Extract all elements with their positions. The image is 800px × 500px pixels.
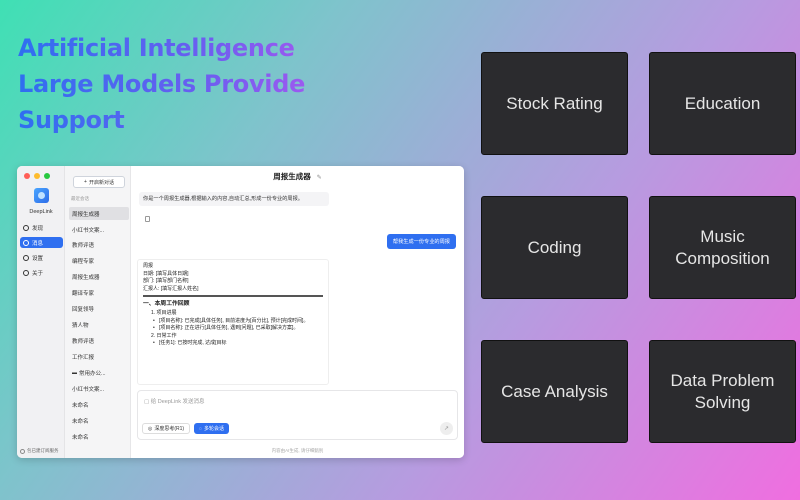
disclaimer: 内容由AI生成, 请仔细甄别 xyxy=(271,448,324,453)
zoom-window-button[interactable] xyxy=(44,173,50,179)
doc-item: 2. 日常工作 xyxy=(151,332,177,339)
send-icon: ↗ xyxy=(443,426,450,432)
new-chat-button[interactable]: + 开启新对话 xyxy=(73,176,125,188)
conversation-item[interactable]: 小红书文案... xyxy=(69,382,129,395)
tile-data-problem-solving[interactable]: Data Problem Solving xyxy=(649,340,796,443)
conversation-item[interactable]: 猜人物 xyxy=(69,318,129,331)
doc-heading: 周报 xyxy=(143,263,154,269)
headline-line-3: Support xyxy=(18,106,125,134)
close-window-button[interactable] xyxy=(24,173,30,179)
message-input[interactable]: ▢ 给 DeepLink 发送消息 ◎ 深度思考(R1) ◌ 多轮会话 ↗ xyxy=(137,390,458,440)
tile-stock-rating[interactable]: Stock Rating xyxy=(481,52,628,155)
doc-dept: 部门: [填写部门名称] xyxy=(143,278,189,284)
conversation-item[interactable]: 翻译专家 xyxy=(69,286,129,299)
headline: Artificial Intelligence Large Models Pro… xyxy=(18,30,318,138)
conversation-item[interactable]: 未命名 xyxy=(69,398,129,411)
conversation-item[interactable]: 未命名 xyxy=(69,414,129,427)
chat-main: 周报生成器 ✎ 你是一个周报生成器,根据输入的内容,自动汇总,形成一份专业的周报。… xyxy=(131,166,464,458)
chat-icon: ▢ xyxy=(144,399,150,405)
deep-think-toggle[interactable]: ◎ 深度思考(R1) xyxy=(142,423,191,434)
nav-discover[interactable]: 发现 xyxy=(20,222,63,233)
doc-divider xyxy=(143,295,323,297)
atom-icon: ◎ xyxy=(148,425,153,432)
headline-line-2: Large Models Provide xyxy=(18,70,306,98)
recent-label: 最近会话 xyxy=(71,196,89,201)
doc-bullet: [任务1]: 已按时完成, 达成[目标 xyxy=(143,340,323,348)
conversation-list: + 开启新对话 最近会话 周报生成器 小红书文案... 教师评语 编程专家 周报生… xyxy=(65,166,131,458)
folder-icon: ▬ xyxy=(72,369,77,376)
window-controls xyxy=(24,173,50,179)
nav-messages[interactable]: 消息 xyxy=(20,237,63,248)
app-window: DeepLink 发现 消息 设置 关于 包已建订阅服务 + 开启新对话 最近会话… xyxy=(17,166,464,458)
copy-icon[interactable] xyxy=(145,216,150,222)
conversation-folder[interactable]: ▬ 常用办公... xyxy=(69,366,129,379)
nav-about[interactable]: 关于 xyxy=(20,267,63,278)
chat-icon xyxy=(23,239,29,246)
message-input-placeholder: ▢ 给 DeepLink 发送消息 xyxy=(144,399,205,405)
doc-item: 1. 项目进展 xyxy=(151,310,177,316)
conversation-item[interactable]: 周报生成器 xyxy=(69,270,129,283)
app-logo-icon xyxy=(34,188,49,203)
app-sidebar: DeepLink 发现 消息 设置 关于 包已建订阅服务 xyxy=(17,166,65,458)
nav-settings[interactable]: 设置 xyxy=(20,252,63,263)
assistant-response: 周报 日期: [填写具体日期] 部门: [填写部门名称] 汇报人: [填写汇报人… xyxy=(137,259,329,385)
conversation-item[interactable]: 教师评语 xyxy=(69,334,129,347)
conversation-item[interactable]: 小红书文案... xyxy=(69,223,129,236)
app-brand: DeepLink xyxy=(29,209,53,215)
doc-date: 日期: [填写具体日期] xyxy=(143,270,189,277)
system-message: 你是一个周报生成器,根据输入的内容,自动汇总,形成一份专业的周报。 xyxy=(139,192,329,206)
chat-title: 周报生成器 ✎ xyxy=(273,172,322,181)
tile-case-analysis[interactable]: Case Analysis xyxy=(481,340,628,443)
user-message: 帮我生成一份专业的周报 xyxy=(386,234,456,249)
conversation-item[interactable]: 周报生成器 xyxy=(69,207,129,220)
pencil-icon[interactable]: ✎ xyxy=(317,175,322,181)
headline-line-1: Artificial Intelligence xyxy=(18,34,295,62)
tile-music-composition[interactable]: Music Composition xyxy=(649,196,796,299)
doc-bullet: [项目名称]: 正在进行[具体任务], 遇到[问题], 已采取[解决方案]。 xyxy=(143,325,323,333)
multi-turn-toggle[interactable]: ◌ 多轮会话 xyxy=(194,423,229,434)
conversation-item[interactable]: 未命名 xyxy=(69,430,129,443)
doc-section-title: 一、本周工作回顾 xyxy=(143,300,190,307)
subscription-note[interactable]: 包已建订阅服务 xyxy=(20,448,59,454)
chat-bubble-icon: ◌ xyxy=(199,425,202,432)
conversation-item[interactable]: 工作汇报 xyxy=(69,350,129,363)
doc-reporter: 汇报人: [填写汇报人姓名] xyxy=(143,285,199,292)
send-button[interactable]: ↗ xyxy=(440,422,453,435)
conversation-item[interactable]: 回复领导 xyxy=(69,302,129,315)
compass-icon xyxy=(23,224,29,231)
plus-icon: + xyxy=(84,179,87,185)
info-icon xyxy=(23,269,29,276)
doc-bullet: [项目名称]: 已完成[具体任务], 目前进度为[百分比], 预计[完成时间]。 xyxy=(143,318,323,326)
conversation-item[interactable]: 编程专家 xyxy=(69,254,129,267)
conversation-item[interactable]: 教师评语 xyxy=(69,238,129,251)
minimize-window-button[interactable] xyxy=(34,173,40,179)
gear-icon xyxy=(23,254,29,261)
tile-coding[interactable]: Coding xyxy=(481,196,628,299)
check-circle-icon xyxy=(20,448,25,454)
tile-education[interactable]: Education xyxy=(649,52,796,155)
